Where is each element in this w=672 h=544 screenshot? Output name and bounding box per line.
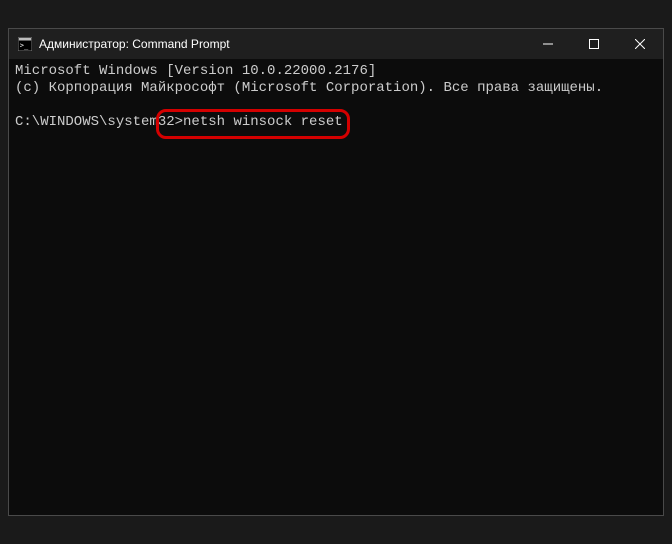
terminal-prompt-line: C:\WINDOWS\system32>netsh winsock reset bbox=[15, 114, 657, 131]
window-controls bbox=[525, 29, 663, 59]
terminal-output-line: (c) Корпорация Майкрософт (Microsoft Cor… bbox=[15, 80, 657, 97]
command-text: netsh winsock reset bbox=[183, 114, 343, 130]
minimize-button[interactable] bbox=[525, 29, 571, 59]
terminal-blank-line bbox=[15, 97, 657, 114]
window-title: Администратор: Command Prompt bbox=[39, 37, 230, 51]
titlebar-left: >_ Администратор: Command Prompt bbox=[17, 36, 230, 52]
close-button[interactable] bbox=[617, 29, 663, 59]
cmd-icon: >_ bbox=[17, 36, 33, 52]
svg-text:>_: >_ bbox=[20, 42, 29, 50]
maximize-button[interactable] bbox=[571, 29, 617, 59]
prompt-text: C:\WINDOWS\system32> bbox=[15, 114, 183, 130]
titlebar[interactable]: >_ Администратор: Command Prompt bbox=[9, 29, 663, 59]
vertical-scrollbar[interactable] bbox=[647, 59, 663, 515]
terminal-content[interactable]: Microsoft Windows [Version 10.0.22000.21… bbox=[9, 59, 663, 515]
terminal-output-line: Microsoft Windows [Version 10.0.22000.21… bbox=[15, 63, 657, 80]
command-prompt-window: >_ Администратор: Command Prompt Microso… bbox=[8, 28, 664, 516]
